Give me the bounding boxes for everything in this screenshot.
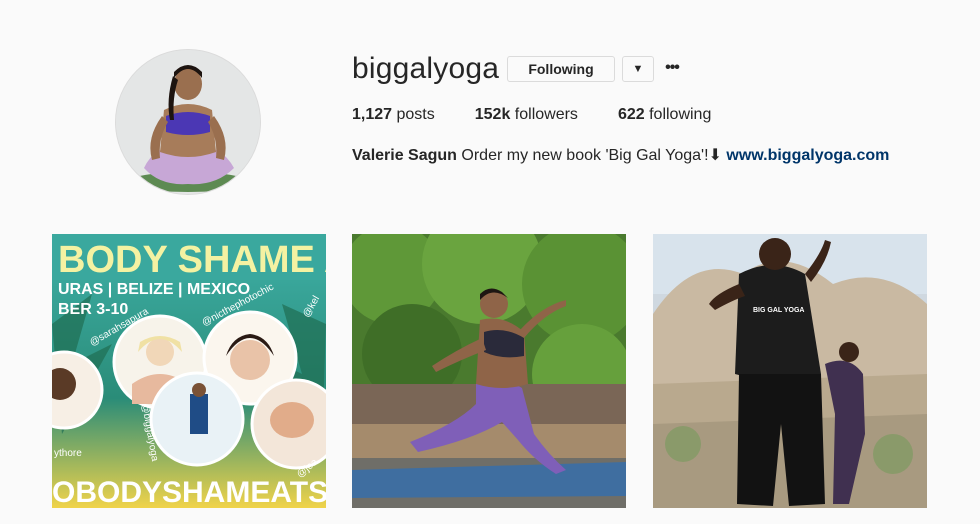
profile-stats: 1,127 posts 152k followers 622 following: [352, 106, 751, 124]
bio-website-link[interactable]: www.biggalyoga.com: [726, 147, 889, 164]
post-1-footer: OBODYSHAMEATSEA.CO: [52, 476, 326, 508]
post-1-image: BODY SHAME AT S URAS | BELIZE | MEXICO B…: [52, 234, 326, 508]
stat-posts-label: posts: [396, 106, 435, 123]
post-1-dates: BER 3-10: [58, 301, 128, 318]
post-1-headline: BODY SHAME AT S: [58, 239, 326, 281]
avatar-photo: [116, 50, 260, 194]
profile-username: biggalyoga: [352, 52, 500, 85]
post-3-shirt-text: BIG GAL YOGA: [753, 307, 804, 314]
profile-avatar[interactable]: [116, 50, 260, 194]
post-1-places: URAS | BELIZE | MEXICO: [58, 281, 250, 298]
stat-posts: 1,127 posts: [352, 106, 435, 124]
post-thumbnail-1[interactable]: BODY SHAME AT S URAS | BELIZE | MEXICO B…: [52, 234, 326, 508]
post-1-handle-5: ythore: [54, 448, 82, 459]
stat-following-count: 622: [617, 106, 645, 123]
following-button[interactable]: Following: [507, 56, 615, 82]
stat-followers-count: 152k: [474, 106, 511, 123]
stat-following[interactable]: 622 following: [618, 106, 711, 124]
bio-full-name: Valerie Sagun: [352, 147, 457, 164]
bio-text: Order my new book 'Big Gal Yoga'!⬇: [461, 147, 722, 164]
post-thumbnail-3[interactable]: BIG GAL YOGA: [653, 234, 927, 508]
more-options-icon[interactable]: •••: [664, 58, 680, 78]
stat-following-label: following: [649, 106, 712, 123]
post-thumbnail-2[interactable]: [352, 234, 626, 508]
stat-posts-count: 1,127: [352, 106, 393, 123]
stat-followers-label: followers: [514, 106, 578, 123]
post-3-image: BIG GAL YOGA: [653, 234, 927, 508]
profile-bio: Valerie Sagun Order my new book 'Big Gal…: [352, 145, 889, 165]
post-2-image: [352, 234, 626, 508]
stat-followers[interactable]: 152k followers: [475, 106, 578, 124]
dropdown-arrow-icon[interactable]: ▼: [622, 56, 654, 82]
